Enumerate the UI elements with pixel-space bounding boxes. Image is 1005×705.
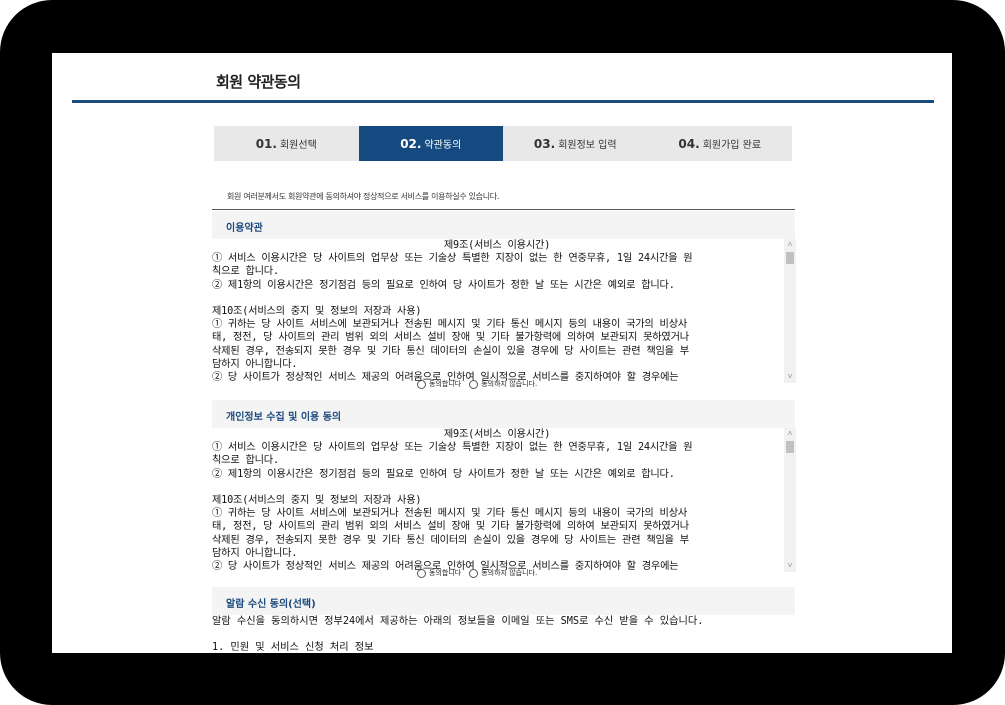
radio-label: 동의합니다: [429, 569, 462, 577]
terms-line: ① 귀하는 당 사이트 서비스에 보관되거나 전송된 메시지 및 기타 통신 메…: [212, 508, 688, 520]
step-number: 02.: [400, 136, 422, 151]
chevron-down-icon[interactable]: ˅: [784, 371, 796, 383]
step-2-current: 02. 약관동의: [358, 126, 503, 161]
step-label: 약관동의: [424, 140, 462, 151]
chevron-up-icon[interactable]: ˄: [784, 428, 796, 440]
radio-label: 동의합니다: [429, 380, 462, 388]
agreement-notice: 회원 여러분께서도 회원약관에 동의하셔야 정상적으로 서비스를 이용하실수 있…: [227, 192, 500, 201]
chevron-up-icon[interactable]: ˄: [784, 239, 796, 251]
step-3: 03. 회원정보 입력: [503, 126, 648, 161]
privacy-text: 제9조(서비스 이용시간) ① 서비스 이용시간은 당 사이트의 업무상 또는 …: [212, 428, 782, 572]
terms-scrollbar[interactable]: ˄ ˅: [784, 239, 796, 383]
terms-consent-radios: 동의합니다 동의하지 않습니다.: [417, 379, 537, 389]
scrollbar-thumb[interactable]: [786, 252, 794, 264]
page-screen: 회원 약관동의 01. 회원선택 02. 약관동의 03. 회원정보 입력 04. 회원…: [52, 53, 952, 653]
privacy-section-title: 개인정보 수집 및 이용 동의: [226, 412, 342, 423]
terms-line: 제10조(서비스의 중지 및 정보의 저장과 사용): [212, 495, 422, 507]
terms-line: 제9조(서비스 이용시간): [443, 240, 551, 251]
step-indicator: 01. 회원선택 02. 약관동의 03. 회원정보 입력 04. 회원가입 완료: [214, 126, 792, 161]
step-1: 01. 회원선택: [214, 126, 359, 161]
radio-label: 동의하지 않습니다.: [481, 569, 538, 577]
terms-line: [212, 292, 782, 305]
scrollbar-thumb[interactable]: [786, 441, 794, 453]
radio-icon[interactable]: [417, 379, 426, 389]
alarm-line: 알람 수신을 동의하시면 정부24에서 제공하는 아래의 정보들을 이메일 또는…: [212, 616, 704, 627]
privacy-textarea[interactable]: 제9조(서비스 이용시간) ① 서비스 이용시간은 당 사이트의 업무상 또는 …: [212, 428, 796, 572]
step-4: 04. 회원가입 완료: [647, 126, 792, 161]
step-number: 03.: [533, 136, 556, 151]
terms-line: [212, 481, 782, 494]
privacy-section-header: 개인정보 수집 및 이용 동의: [212, 400, 795, 428]
terms-disagree-radio[interactable]: 동의하지 않습니다.: [469, 379, 537, 389]
step-label: 회원선택: [279, 140, 317, 151]
terms-section-title: 이용약관: [226, 223, 263, 234]
terms-line: 담하지 아니합니다.: [212, 547, 298, 559]
privacy-agree-radio[interactable]: 동의합니다: [417, 568, 461, 578]
terms-line: ② 제1항의 이용시간은 정기점검 등의 필요로 인하여 당 사이트가 정한 날…: [212, 279, 675, 291]
alarm-section-title: 알람 수신 동의(선택): [226, 599, 316, 610]
terms-line: 칙으로 합니다.: [212, 266, 279, 278]
terms-line: ② 제1항의 이용시간은 정기점검 등의 필요로 인하여 당 사이트가 정한 날…: [212, 468, 675, 480]
terms-line: ① 서비스 이용시간은 당 사이트의 업무상 또는 기술상 특별한 지장이 없는…: [212, 442, 693, 454]
terms-line: 제9조(서비스 이용시간): [443, 429, 551, 440]
alarm-textarea[interactable]: 알람 수신을 동의하시면 정부24에서 제공하는 아래의 정보들을 이메일 또는…: [212, 615, 796, 653]
terms-line: ① 서비스 이용시간은 당 사이트의 업무상 또는 기술상 특별한 지장이 없는…: [212, 253, 693, 265]
terms-line: ① 귀하는 당 사이트 서비스에 보관되거나 전송된 메시지 및 기타 통신 메…: [212, 319, 688, 331]
terms-text: 제9조(서비스 이용시간) ① 서비스 이용시간은 당 사이트의 업무상 또는 …: [212, 239, 782, 383]
radio-icon[interactable]: [417, 568, 426, 578]
step-label: 회원정보 입력: [558, 140, 617, 151]
alarm-line: [212, 628, 796, 641]
privacy-scrollbar[interactable]: ˄ ˅: [784, 428, 796, 572]
terms-textarea[interactable]: 제9조(서비스 이용시간) ① 서비스 이용시간은 당 사이트의 업무상 또는 …: [212, 239, 796, 383]
radio-icon[interactable]: [469, 568, 479, 578]
title-divider: [72, 100, 934, 103]
terms-line: 삭제된 경우, 전송되지 못한 경우 및 기타 통신 데이터의 손실이 있을 경…: [212, 534, 689, 546]
terms-line: 칙으로 합니다.: [212, 455, 279, 467]
terms-line: 담하지 아니합니다.: [212, 358, 298, 370]
terms-line: 제10조(서비스의 중지 및 정보의 저장과 사용): [212, 306, 422, 318]
page-title: 회원 약관동의: [216, 73, 301, 91]
chevron-down-icon[interactable]: ˅: [784, 560, 796, 572]
alarm-section-header: 알람 수신 동의(선택): [212, 587, 795, 615]
device-frame: 회원 약관동의 01. 회원선택 02. 약관동의 03. 회원정보 입력 04. 회원…: [0, 0, 1005, 705]
step-number: 04.: [678, 136, 700, 151]
alarm-line: 1. 민원 및 서비스 신청 처리 정보: [212, 642, 374, 653]
terms-line: 태, 정전, 당 사이트의 관리 범위 외의 서비스 설비 장애 및 기타 불가…: [212, 521, 689, 533]
notice-divider: [212, 209, 795, 210]
terms-line: 태, 정전, 당 사이트의 관리 범위 외의 서비스 설비 장애 및 기타 불가…: [212, 332, 689, 344]
terms-line: 삭제된 경우, 전송되지 못한 경우 및 기타 통신 데이터의 손실이 있을 경…: [212, 345, 689, 357]
privacy-disagree-radio[interactable]: 동의하지 않습니다.: [469, 568, 537, 578]
terms-agree-radio[interactable]: 동의합니다: [417, 379, 461, 389]
privacy-consent-radios: 동의합니다 동의하지 않습니다.: [417, 568, 537, 578]
radio-icon[interactable]: [469, 379, 479, 389]
step-label: 회원가입 완료: [702, 140, 762, 151]
terms-section-header: 이용약관: [212, 211, 795, 239]
radio-label: 동의하지 않습니다.: [481, 380, 538, 388]
step-number: 01.: [255, 136, 277, 151]
